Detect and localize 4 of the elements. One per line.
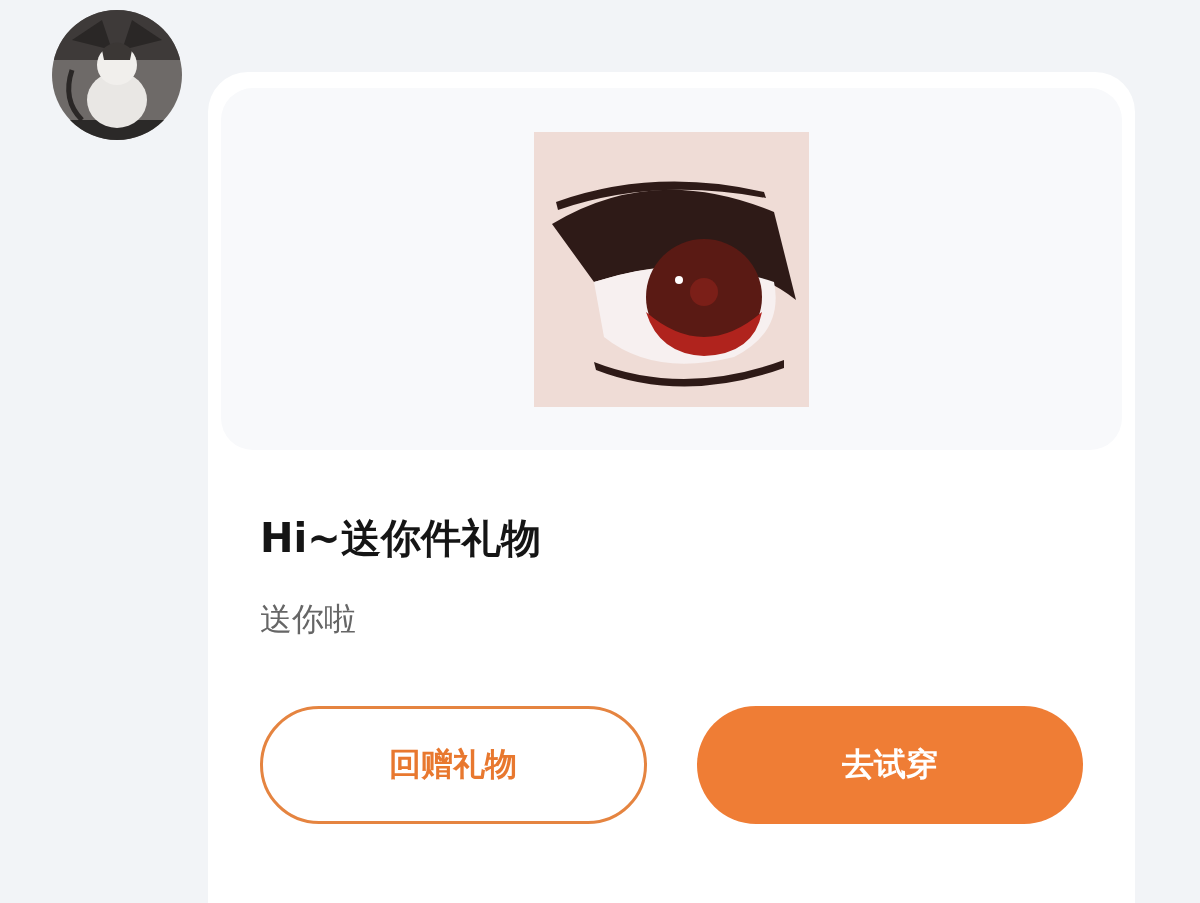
gift-title: Hi~送你件礼物 bbox=[260, 514, 542, 563]
return-gift-button[interactable]: 回赠礼物 bbox=[260, 706, 647, 824]
try-on-button[interactable]: 去试穿 bbox=[696, 706, 1083, 824]
gift-message: 送你啦 bbox=[260, 599, 357, 640]
